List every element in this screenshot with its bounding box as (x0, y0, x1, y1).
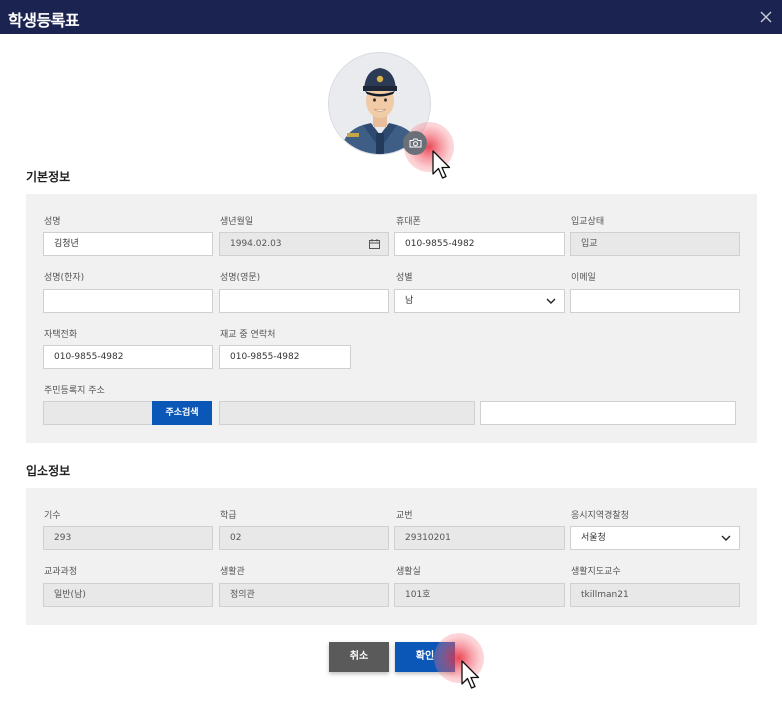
phone-field[interactable]: 010-9855-4982 (394, 232, 565, 256)
email-label: 이메일 (571, 273, 596, 283)
contact-label: 재교 중 연락처 (220, 330, 276, 340)
term-label: 기수 (44, 511, 61, 521)
police-value: 서울청 (581, 533, 606, 543)
contact-field[interactable]: 010-9855-4982 (219, 345, 351, 369)
admission-status-field: 입교 (570, 232, 740, 256)
gender-label: 성별 (396, 273, 413, 283)
room-field: 101호 (394, 583, 565, 607)
close-icon[interactable] (758, 9, 774, 25)
gender-select[interactable]: 남 (394, 289, 565, 313)
camera-icon (409, 138, 421, 148)
class-field: 02 (219, 526, 389, 550)
chevron-down-icon (721, 535, 731, 541)
course-field: 일반(남) (43, 583, 213, 607)
mouse-cursor-icon (461, 660, 480, 689)
term-field: 293 (43, 526, 213, 550)
name-label: 성명 (44, 217, 61, 227)
title-bar: 학생등록표 (0, 0, 782, 34)
advisor-label: 생활지도교수 (571, 567, 621, 577)
name-english-field[interactable] (219, 289, 389, 313)
number-label: 교번 (396, 511, 413, 521)
phone-label: 휴대폰 (396, 217, 421, 227)
police-select[interactable]: 서울청 (570, 526, 740, 550)
birth-field[interactable]: 1994.02.03 (219, 232, 389, 256)
window-title: 학생등록표 (8, 11, 80, 30)
camera-button[interactable] (403, 131, 427, 155)
chevron-down-icon (546, 298, 556, 304)
admission-status-label: 입교상태 (571, 217, 605, 227)
name-hanja-field[interactable] (43, 289, 213, 313)
dorm-field: 정의관 (219, 583, 389, 607)
cancel-button[interactable]: 취소 (329, 642, 389, 672)
calendar-icon[interactable] (369, 239, 380, 249)
mouse-cursor-icon (432, 150, 451, 179)
address-label: 주민등록지 주소 (44, 386, 105, 396)
home-phone-field[interactable]: 010-9855-4982 (43, 345, 213, 369)
email-field[interactable] (570, 289, 740, 313)
basic-info-title: 기본정보 (26, 170, 71, 184)
address-search-button[interactable]: 주소검색 (152, 401, 212, 425)
police-label: 응시지역경찰청 (571, 511, 629, 521)
zipcode-field (43, 401, 153, 425)
birth-label: 생년월일 (220, 217, 254, 227)
dorm-label: 생활관 (220, 567, 245, 577)
name-english-label: 성명(영문) (220, 273, 261, 283)
address-detail-field[interactable] (480, 401, 736, 425)
birth-value: 1994.02.03 (230, 239, 282, 249)
course-label: 교과과정 (44, 567, 78, 577)
number-field: 29310201 (394, 526, 565, 550)
gender-value: 남 (405, 296, 414, 306)
address-field (219, 401, 475, 425)
home-phone-label: 자택전화 (44, 330, 78, 340)
confirm-button[interactable]: 확인 (395, 642, 455, 672)
name-hanja-label: 성명(한자) (44, 273, 85, 283)
class-label: 학급 (220, 511, 237, 521)
name-field[interactable]: 김청년 (43, 232, 213, 256)
room-label: 생활실 (396, 567, 421, 577)
admission-info-title: 입소정보 (26, 464, 71, 478)
advisor-field: tkillman21 (570, 583, 740, 607)
